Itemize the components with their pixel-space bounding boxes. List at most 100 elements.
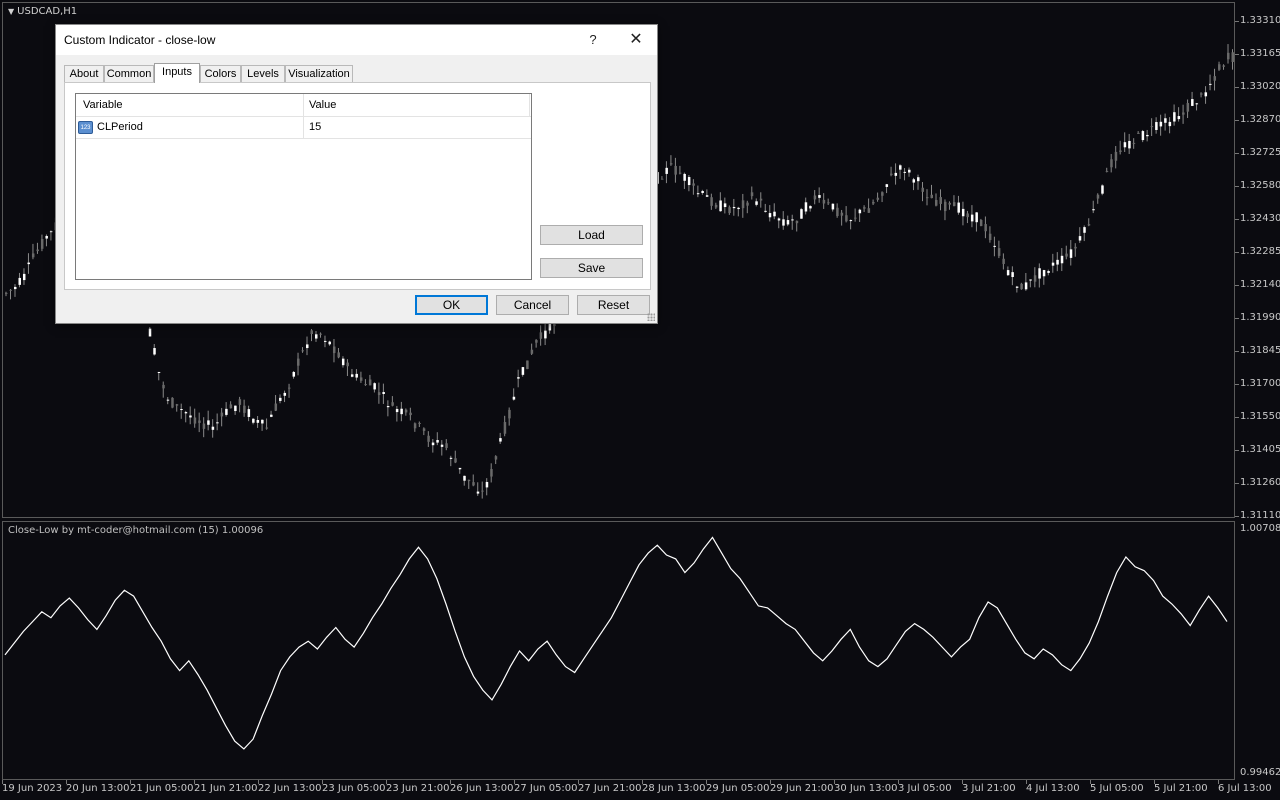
candle-body — [256, 420, 260, 423]
candle-body — [791, 219, 794, 221]
time-axis[interactable]: 19 Jun 2023 20 Jun 13:00 21 Jun 05:00 21 Ju… — [0, 780, 1272, 800]
candle-body — [1092, 209, 1095, 211]
candle-body — [463, 475, 466, 481]
candle-body — [939, 197, 942, 204]
candle-body — [323, 340, 327, 342]
tab-colors[interactable]: Colors — [200, 65, 241, 82]
column-header-variable[interactable]: Variable — [83, 99, 123, 111]
price-label: 1.32580 — [1240, 180, 1280, 191]
candle-body — [373, 383, 376, 390]
resize-grip-icon[interactable] — [647, 313, 655, 321]
candle-body — [768, 213, 772, 218]
price-label: 1.33020 — [1240, 81, 1280, 92]
candle-body — [660, 178, 664, 180]
candle-body — [535, 340, 538, 343]
candle-body — [490, 469, 493, 477]
candle-body — [1110, 159, 1113, 168]
candle-body — [22, 273, 26, 281]
dialog-titlebar[interactable]: Custom Indicator - close-low ? ✕ — [56, 25, 657, 55]
candle-body — [961, 208, 965, 217]
inputs-grid[interactable]: Variable Value 123 CLPeriod 15 — [75, 93, 532, 280]
candle-body — [1123, 142, 1127, 148]
ok-button[interactable]: OK — [415, 295, 488, 315]
candle-body — [418, 422, 421, 424]
tab-levels[interactable]: Levels — [241, 65, 285, 82]
price-tick — [1235, 186, 1239, 187]
table-row[interactable]: 123 CLPeriod 15 — [76, 117, 531, 139]
price-label: 1.31845 — [1240, 345, 1280, 356]
reset-button[interactable]: Reset — [577, 295, 650, 315]
candle-body — [845, 215, 848, 222]
price-tick — [1235, 252, 1239, 253]
candle-body — [301, 350, 305, 352]
help-button[interactable]: ? — [578, 25, 608, 55]
candle-body — [247, 409, 251, 417]
time-label: 23 Jun 05:00 — [322, 783, 386, 794]
parameter-value[interactable]: 15 — [309, 121, 321, 133]
candle-body — [921, 187, 925, 192]
candle-body — [952, 202, 956, 207]
candle-body — [1173, 112, 1176, 122]
integer-parameter-icon: 123 — [78, 121, 93, 134]
column-header-value[interactable]: Value — [309, 99, 336, 111]
close-icon[interactable]: ✕ — [616, 25, 656, 55]
tab-visualization[interactable]: Visualization — [285, 65, 353, 82]
price-tick — [1235, 153, 1239, 154]
candle-body — [692, 183, 695, 186]
tab-common[interactable]: Common — [104, 65, 154, 82]
candle-body — [975, 212, 978, 223]
price-tick — [1235, 351, 1239, 352]
candle-body — [831, 203, 835, 210]
candle-body — [279, 397, 282, 401]
candle-body — [943, 201, 947, 212]
price-label: 1.32285 — [1240, 246, 1280, 257]
candle-body — [332, 346, 336, 354]
candle-body — [890, 173, 893, 176]
candle-body — [818, 195, 821, 198]
candle-body — [503, 422, 507, 434]
tab-inputs[interactable]: Inputs — [154, 63, 200, 83]
price-label: 1.32140 — [1240, 279, 1280, 290]
candle-body — [359, 377, 363, 381]
tab-about[interactable]: About — [64, 65, 104, 82]
candle-body — [5, 292, 8, 294]
candle-body — [813, 195, 817, 200]
candle-body — [193, 417, 197, 424]
candle-body — [876, 197, 880, 200]
candle-body — [746, 202, 749, 206]
candle-body — [544, 330, 547, 339]
candle-body — [750, 192, 754, 197]
candle-body — [40, 239, 44, 249]
candle-body — [701, 190, 704, 194]
load-button[interactable]: Load — [540, 225, 643, 245]
candle-body — [1119, 150, 1122, 152]
candle-body — [1155, 122, 1158, 130]
candle-body — [472, 482, 475, 486]
candle-body — [454, 458, 457, 463]
price-tick — [1235, 384, 1239, 385]
candle-body — [917, 177, 920, 182]
save-button[interactable]: Save — [540, 258, 643, 278]
time-label: 29 Jun 21:00 — [770, 783, 834, 794]
parameter-name: CLPeriod — [97, 121, 143, 133]
candle-body — [881, 192, 884, 196]
candle-body — [710, 197, 713, 206]
price-axis[interactable]: 1.33310 1.33165 1.33020 1.32870 1.32725 1.325… — [1235, 0, 1280, 800]
candle-body — [499, 438, 502, 442]
indicator-window[interactable]: Close-Low by mt-coder@hotmail.com (15) 1… — [2, 521, 1235, 780]
cancel-button[interactable]: Cancel — [496, 295, 569, 315]
candle-body — [467, 479, 471, 482]
candle-body — [840, 212, 844, 216]
candle-body — [476, 491, 480, 494]
candle-body — [1222, 65, 1226, 67]
candle-body — [13, 286, 17, 290]
candle-body — [1186, 103, 1190, 112]
candle-body — [674, 165, 677, 175]
custom-indicator-dialog: Custom Indicator - close-low ? ✕ About C… — [55, 24, 658, 324]
candle-body — [1137, 132, 1140, 134]
candle-body — [45, 235, 48, 239]
candle-body — [1105, 170, 1109, 172]
candle-body — [386, 406, 390, 408]
candle-body — [1195, 103, 1199, 105]
price-tick — [1235, 516, 1239, 517]
